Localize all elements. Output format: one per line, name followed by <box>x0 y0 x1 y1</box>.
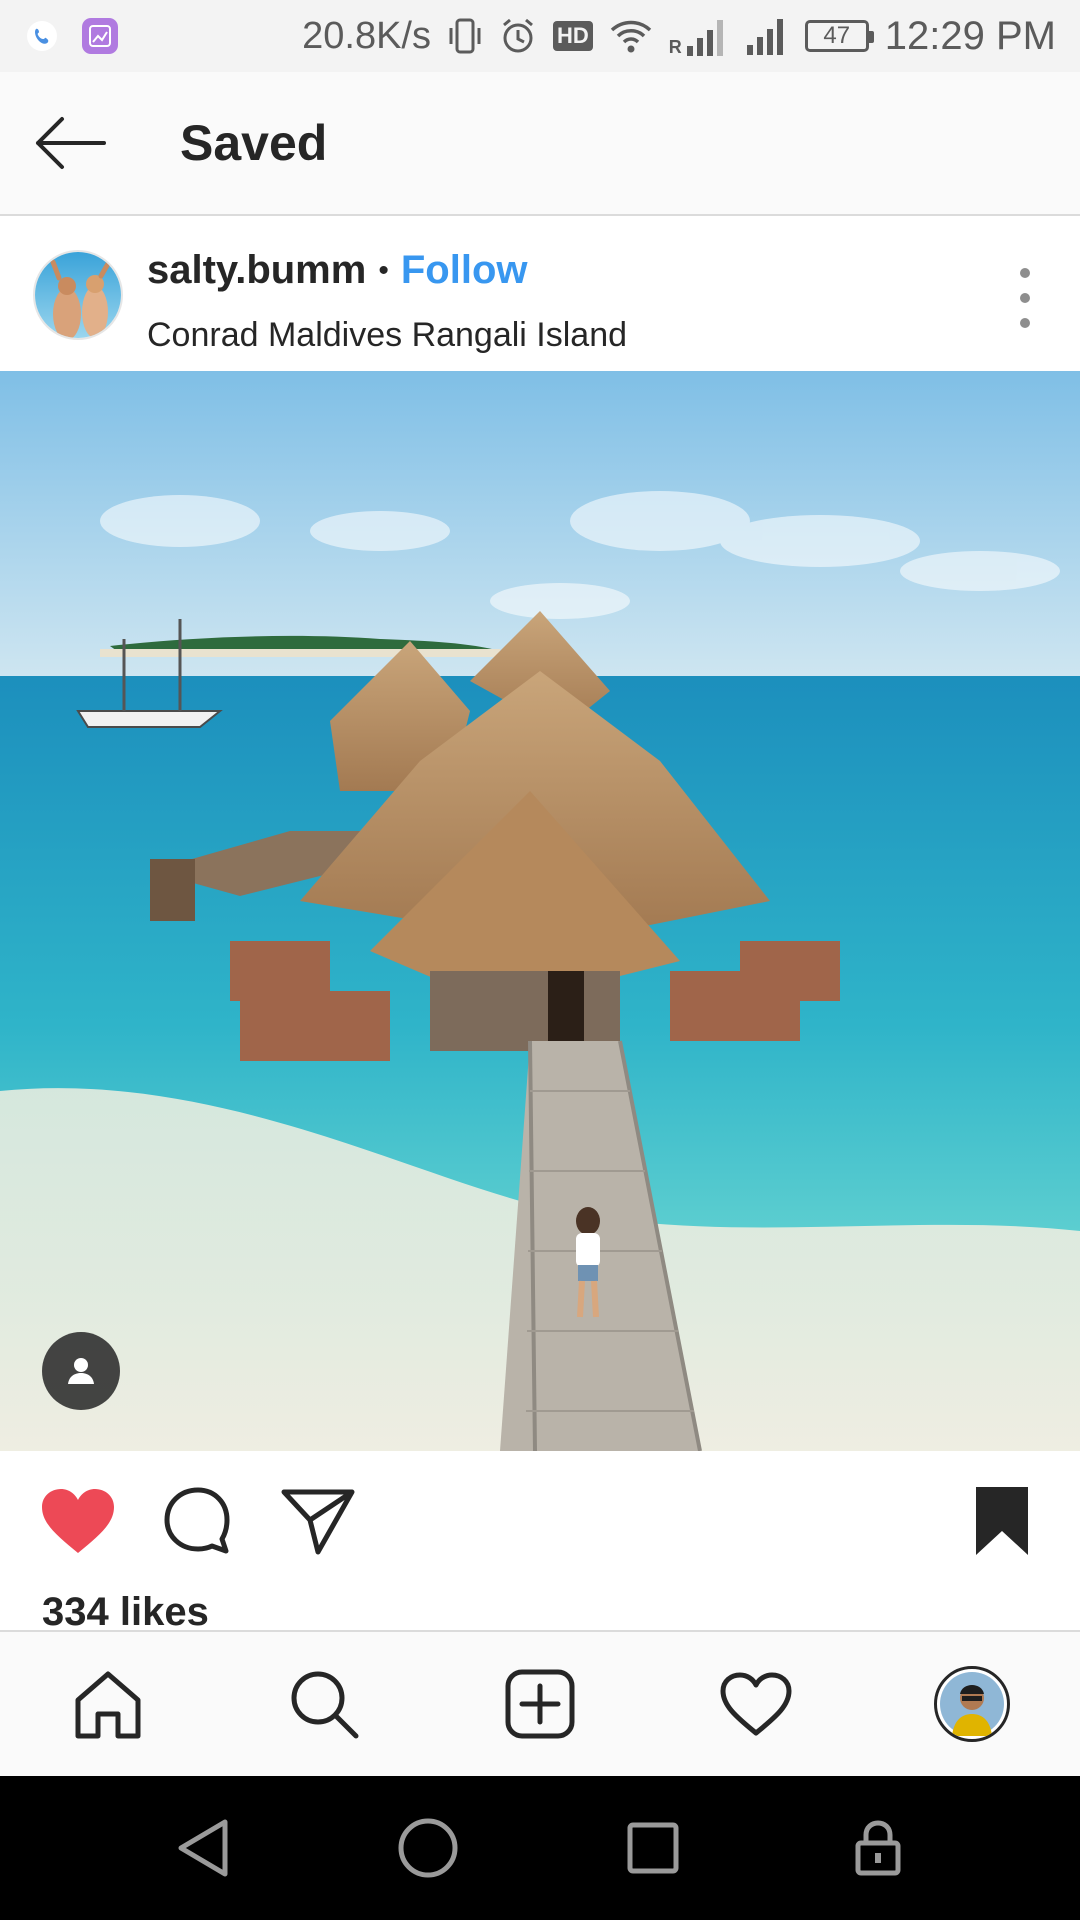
like-button[interactable] <box>36 1479 120 1563</box>
hd-icon: HD <box>553 21 593 51</box>
save-button[interactable] <box>960 1479 1044 1563</box>
nav-search[interactable] <box>274 1654 374 1754</box>
nav-activity[interactable] <box>706 1654 806 1754</box>
tagged-people-button[interactable] <box>42 1332 120 1410</box>
app-header: Saved <box>0 72 1080 216</box>
system-navigation-bar <box>0 1776 1080 1920</box>
system-lock-button[interactable] <box>833 1803 923 1893</box>
network-speed: 20.8K/s <box>302 14 431 57</box>
status-bar: 20.8K/s HD R 47 12:29 PM <box>0 0 1080 72</box>
roaming-label: R <box>668 37 682 57</box>
person-tag-icon <box>68 1358 94 1384</box>
plus-square-icon <box>505 1669 575 1739</box>
square-recents-icon <box>627 1822 678 1874</box>
profile-avatar <box>934 1666 1010 1742</box>
comment-button[interactable] <box>156 1479 240 1563</box>
search-icon <box>291 1671 359 1739</box>
circle-home-icon <box>398 1818 457 1878</box>
back-button[interactable] <box>0 71 140 215</box>
paper-plane-icon <box>281 1489 355 1555</box>
more-vertical-icon <box>1020 268 1030 278</box>
battery-icon: 47 <box>804 20 874 52</box>
wifi-icon <box>609 18 653 54</box>
clock: 12:29 PM <box>884 13 1056 58</box>
arrow-left-icon <box>36 117 106 169</box>
user-avatar[interactable] <box>33 250 123 340</box>
phone-app-icon <box>24 18 60 54</box>
separator-dot: • <box>378 253 389 287</box>
likes-count[interactable]: 334 likes <box>42 1590 209 1635</box>
bookmark-filled-icon <box>976 1487 1028 1555</box>
triangle-back-icon <box>178 1819 227 1877</box>
gallery-app-icon <box>82 18 118 54</box>
signal-roaming-icon: R <box>669 16 729 56</box>
battery-level: 47 <box>823 22 851 49</box>
post-header: salty.bumm • Follow Conrad Maldives Rang… <box>0 218 1080 371</box>
system-home-button[interactable] <box>383 1803 473 1893</box>
more-options-button[interactable] <box>1010 268 1040 328</box>
page-title: Saved <box>180 115 328 171</box>
heart-filled-icon <box>42 1489 114 1553</box>
heart-outline-icon <box>720 1672 792 1736</box>
share-button[interactable] <box>276 1479 360 1563</box>
signal-icon <box>745 17 789 55</box>
username-link[interactable]: salty.bumm <box>147 248 366 293</box>
location-link[interactable]: Conrad Maldives Rangali Island <box>147 316 627 355</box>
post-image[interactable] <box>0 371 1080 1451</box>
alarm-icon <box>499 17 537 55</box>
nav-profile[interactable] <box>922 1654 1022 1754</box>
vibrate-icon <box>447 16 483 56</box>
nav-home[interactable] <box>58 1654 158 1754</box>
lock-icon <box>855 1820 900 1876</box>
system-recents-button[interactable] <box>608 1803 698 1893</box>
follow-button[interactable]: Follow <box>401 248 528 293</box>
comment-icon <box>164 1487 230 1554</box>
system-back-button[interactable] <box>158 1803 248 1893</box>
bottom-navigation <box>0 1630 1080 1776</box>
nav-create[interactable] <box>490 1654 590 1754</box>
home-icon <box>75 1671 141 1739</box>
post-action-bar <box>0 1451 1080 1591</box>
